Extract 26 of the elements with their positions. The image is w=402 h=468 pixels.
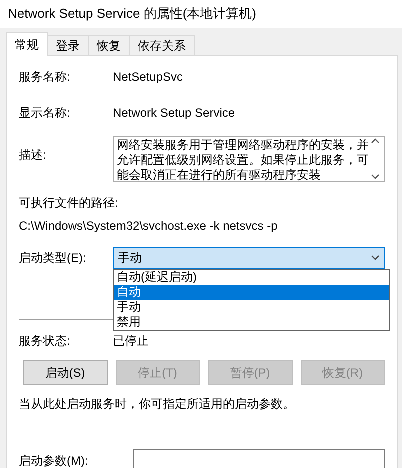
note-text: 当从此处启动服务时，你可指定所适用的启动参数。 [19,397,295,411]
scroll-down-icon[interactable] [370,174,380,180]
field-label: 启动类型(E): [19,250,88,267]
parameters-field[interactable] [133,449,385,468]
field-label: 服务状态: [19,333,72,350]
dropdown-option[interactable]: 自动 [114,285,389,300]
dropdown-option[interactable]: 禁用 [114,315,389,330]
tab[interactable]: 依存关系 [129,35,195,55]
dropdown-option[interactable]: 自动(延迟启动) [114,270,389,285]
field-value: Network Setup Service [113,105,236,122]
field-label: 可执行文件的路径: [19,196,118,210]
path-value: C:\Windows\System32\svchost.exe -k netsvcs -p [19,219,278,233]
field-label: 描述: [19,147,48,164]
field-value: NetSetupSvc [113,69,184,86]
caret-icon [371,255,380,261]
dropdown-option[interactable]: 手动 [114,300,389,315]
field-label: 启动参数(M): [19,452,90,468]
window-title: Network Setup Service 的属性(本地计算机) [0,0,402,28]
service-button[interactable]: 启动(S) [23,360,108,385]
description-box[interactable]: 网络安装服务用于管理网络驱动程序的安装，并允许配置低级别网络设置。如果停止此服务，可能会取消正在进行的所有驱动程序安装 [113,136,385,182]
field-label: 显示名称: [19,105,72,122]
tab[interactable]: 常规 [6,32,48,56]
scroll-up-icon[interactable] [370,138,380,144]
field-value: 已停止 [113,333,149,350]
field-label: 服务名称: [19,69,72,86]
tab[interactable]: 恢复 [88,35,130,55]
